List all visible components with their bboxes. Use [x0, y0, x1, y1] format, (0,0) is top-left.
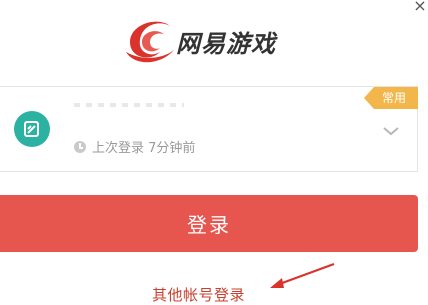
frequent-badge: 常用 — [364, 87, 418, 109]
account-card[interactable]: 上次登录 7分钟前 常用 — [0, 86, 418, 172]
brand-header: 网易游戏 — [120, 10, 320, 70]
clock-icon — [74, 141, 86, 153]
last-login-info: 上次登录 7分钟前 — [74, 141, 195, 157]
close-button[interactable]: × — [412, 0, 428, 16]
netease-swirl-icon — [126, 21, 174, 63]
chevron-down-icon[interactable] — [382, 125, 400, 137]
account-avatar-icon — [14, 111, 50, 147]
other-account-login-link[interactable]: 其他帐号登录 — [152, 284, 245, 305]
last-login-text: 上次登录 7分钟前 — [92, 141, 196, 156]
masked-account-id — [74, 103, 184, 107]
login-button[interactable]: 登录 — [0, 195, 418, 252]
brand-name: 网易游戏 — [176, 29, 276, 58]
annotation-arrow-icon — [270, 262, 335, 288]
